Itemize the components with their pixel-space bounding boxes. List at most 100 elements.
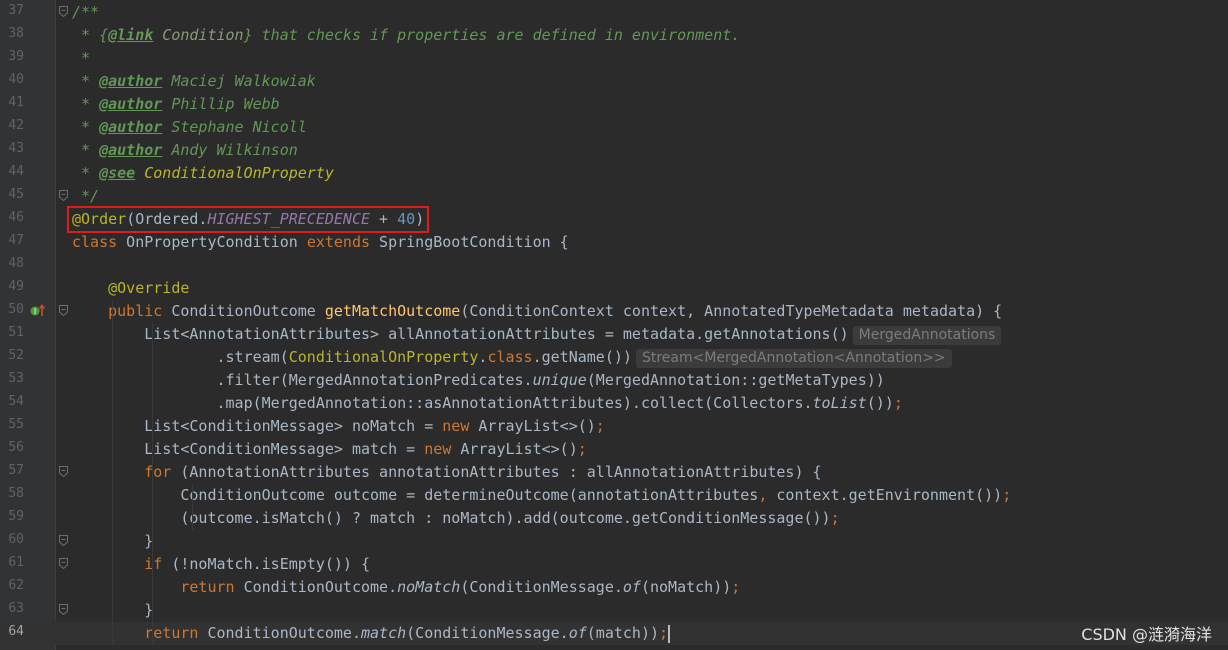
code-line[interactable]: 43 * @author Andy Wilkinson (0, 139, 1228, 162)
code-text[interactable]: */ (72, 186, 99, 207)
code-text[interactable]: * {@link Condition} that checks if prope… (72, 25, 740, 46)
line-number[interactable]: 50 (0, 302, 24, 317)
code-text[interactable]: for (AnnotationAttributes annotationAttr… (72, 462, 822, 483)
line-number[interactable]: 45 (0, 187, 24, 202)
code-token: public (108, 302, 163, 320)
code-line[interactable]: 56 List<ConditionMessage> match = new Ar… (0, 438, 1228, 461)
highlight-box (67, 206, 430, 233)
line-number[interactable]: 47 (0, 233, 24, 248)
line-number[interactable]: 54 (0, 394, 24, 409)
fold-marker-icon[interactable] (59, 6, 68, 17)
code-text[interactable]: /** (72, 2, 99, 23)
line-number[interactable]: 52 (0, 348, 24, 363)
fold-marker-icon[interactable] (59, 558, 68, 569)
line-number[interactable]: 40 (0, 72, 24, 87)
code-text[interactable]: return ConditionOutcome.noMatch(Conditio… (72, 577, 740, 598)
code-text[interactable]: * @author Maciej Walkowiak (72, 71, 316, 92)
code-line[interactable]: 47 class OnPropertyCondition extends Spri… (0, 231, 1228, 254)
fold-marker-icon[interactable] (59, 466, 68, 477)
code-text[interactable]: class OnPropertyCondition extends Spring… (72, 232, 569, 253)
line-number[interactable]: 37 (0, 3, 24, 18)
code-line[interactable]: 57 for (AnnotationAttributes annotationA… (0, 461, 1228, 484)
code-text[interactable]: @Override (72, 278, 189, 299)
code-text[interactable]: if (!noMatch.isEmpty()) { (72, 554, 370, 575)
line-number[interactable]: 41 (0, 95, 24, 110)
code-line[interactable]: 42 * @author Stephane Nicoll (0, 116, 1228, 139)
code-token: } that checks if properties are defined … (243, 26, 741, 44)
fold-marker-icon[interactable] (59, 190, 68, 201)
code-line[interactable]: 64 return ConditionOutcome.match(Conditi… (0, 622, 1228, 645)
code-token: (AnnotationAttributes annotationAttribut… (171, 463, 822, 481)
line-number[interactable]: 60 (0, 532, 24, 547)
line-number[interactable]: 62 (0, 578, 24, 593)
line-number[interactable]: 59 (0, 509, 24, 524)
code-line[interactable]: 50 I public ConditionOutcome getMatchOutc… (0, 300, 1228, 323)
code-text[interactable]: List<ConditionMessage> match = new Array… (72, 439, 587, 460)
code-text[interactable]: ConditionOutcome outcome = determineOutc… (72, 485, 1011, 506)
code-line[interactable]: 38 * {@link Condition} that checks if pr… (0, 24, 1228, 47)
code-text[interactable]: * @see ConditionalOnProperty (72, 163, 334, 184)
line-number[interactable]: 64 (0, 624, 24, 639)
code-line[interactable]: 61 if (!noMatch.isEmpty()) { (0, 553, 1228, 576)
code-line[interactable]: 44 * @see ConditionalOnProperty (0, 162, 1228, 185)
code-text[interactable]: .map(MergedAnnotation::asAnnotationAttri… (72, 393, 902, 414)
code-line[interactable]: 48 (0, 254, 1228, 277)
line-number[interactable]: 57 (0, 463, 24, 478)
line-number[interactable]: 51 (0, 325, 24, 340)
code-token: /** (72, 3, 100, 21)
code-text[interactable]: * (72, 48, 90, 69)
fold-marker-icon[interactable] (59, 305, 68, 316)
code-token: ; (1002, 486, 1012, 504)
code-text[interactable]: .stream(ConditionalOnProperty.class.getN… (72, 347, 952, 368)
line-number[interactable]: 55 (0, 417, 24, 432)
line-number[interactable]: 46 (0, 210, 24, 225)
code-text[interactable]: List<AnnotationAttributes> allAnnotation… (72, 324, 1002, 345)
line-number[interactable]: 56 (0, 440, 24, 455)
code-token: * (72, 72, 100, 90)
code-text[interactable]: * @author Stephane Nicoll (72, 117, 307, 138)
code-token: ConditionOutcome. (198, 624, 361, 642)
code-line[interactable]: 40 * @author Maciej Walkowiak (0, 70, 1228, 93)
code-line[interactable]: 45 */ (0, 185, 1228, 208)
code-token: ; (577, 440, 587, 458)
override-implements-icon[interactable]: I (30, 304, 46, 318)
code-line[interactable]: 41 * @author Phillip Webb (0, 93, 1228, 116)
code-text[interactable]: .filter(MergedAnnotationPredicates.uniqu… (72, 370, 884, 391)
line-number[interactable]: 49 (0, 279, 24, 294)
code-text[interactable]: * @author Andy Wilkinson (72, 140, 298, 161)
code-line[interactable]: 39 * (0, 47, 1228, 70)
code-line[interactable]: 58 ConditionOutcome outcome = determineO… (0, 484, 1228, 507)
code-text[interactable]: * @author Phillip Webb (72, 94, 280, 115)
code-line[interactable]: 63 } (0, 599, 1228, 622)
line-number[interactable]: 53 (0, 371, 24, 386)
fold-marker-icon[interactable] (59, 604, 68, 615)
code-line[interactable]: 59 (outcome.isMatch() ? match : noMatch)… (0, 507, 1228, 530)
code-token: (ConditionMessage. (406, 624, 569, 642)
code-text[interactable]: public ConditionOutcome getMatchOutcome(… (72, 301, 1002, 322)
code-text[interactable]: return ConditionOutcome.match(ConditionM… (72, 623, 671, 644)
line-number[interactable]: 42 (0, 118, 24, 133)
line-number[interactable]: 63 (0, 601, 24, 616)
line-number[interactable]: 39 (0, 49, 24, 64)
line-number[interactable]: 61 (0, 555, 24, 570)
code-token: (ConditionMessage. (460, 578, 623, 596)
line-number[interactable]: 43 (0, 141, 24, 156)
code-line[interactable]: 55 List<ConditionMessage> noMatch = new … (0, 415, 1228, 438)
code-token: if (144, 555, 163, 573)
code-line[interactable]: 37 /** (0, 1, 1228, 24)
indent-guide (112, 300, 113, 645)
line-number[interactable]: 38 (0, 26, 24, 41)
line-number[interactable]: 44 (0, 164, 24, 179)
code-editor[interactable]: 37 /** 38 * {@link Condition} that checks … (0, 0, 1228, 650)
code-line[interactable]: 62 return ConditionOutcome.noMatch(Condi… (0, 576, 1228, 599)
code-line[interactable]: 52 .stream(ConditionalOnProperty.class.g… (0, 346, 1228, 369)
code-line[interactable]: 51 List<AnnotationAttributes> allAnnotat… (0, 323, 1228, 346)
code-line[interactable]: 54 .map(MergedAnnotation::asAnnotationAt… (0, 392, 1228, 415)
fold-marker-icon[interactable] (59, 535, 68, 546)
line-number[interactable]: 58 (0, 486, 24, 501)
code-line[interactable]: 53 .filter(MergedAnnotationPredicates.un… (0, 369, 1228, 392)
code-text[interactable]: (outcome.isMatch() ? match : noMatch).ad… (72, 508, 839, 529)
line-number[interactable]: 48 (0, 256, 24, 271)
code-line[interactable]: 49 @Override (0, 277, 1228, 300)
code-line[interactable]: 60 } (0, 530, 1228, 553)
